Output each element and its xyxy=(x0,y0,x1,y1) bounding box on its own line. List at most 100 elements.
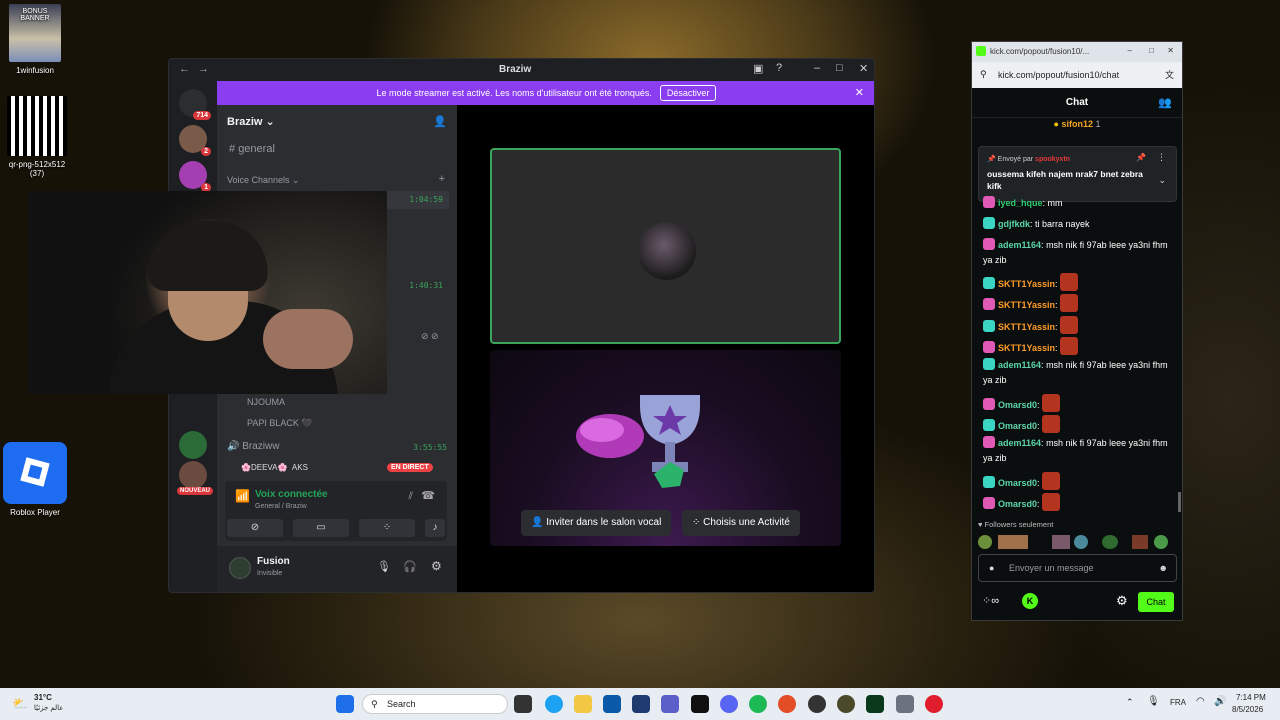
emote-icon[interactable] xyxy=(1154,535,1168,549)
chat-username[interactable]: adem1164 xyxy=(998,438,1041,448)
chat-message[interactable]: Omarsd0: xyxy=(983,493,1177,512)
emoji-icon[interactable]: ☻ xyxy=(1159,555,1168,581)
chat-message[interactable]: SKTT1Yassin: xyxy=(983,294,1177,313)
close-icon[interactable]: ✕ xyxy=(859,62,868,75)
send-chat-button[interactable]: Chat xyxy=(1138,592,1174,612)
settings-icon[interactable]: ⚙ xyxy=(431,559,442,573)
more-icon[interactable]: ⋮ xyxy=(1157,152,1166,163)
chat-username[interactable]: SKTT1Yassin xyxy=(998,343,1055,353)
member-row[interactable]: NJOUMA xyxy=(247,397,473,407)
clock-time[interactable]: 7:14 PM xyxy=(1236,693,1266,702)
voice-status[interactable]: Voix connectée xyxy=(255,489,328,500)
add-member-icon[interactable]: 👤 xyxy=(433,115,447,128)
chat-message[interactable]: Omarsd0: xyxy=(983,472,1177,491)
headphones-icon[interactable]: 🎧 xyxy=(403,560,417,573)
settings-icon[interactable]: ⚙ xyxy=(1116,593,1128,609)
microphone-icon[interactable]: 🎙 xyxy=(377,560,391,573)
pin-icon[interactable]: 📌 xyxy=(1136,153,1146,162)
windows-start-icon[interactable] xyxy=(336,695,354,713)
chat-message[interactable]: adem1164: msh nik fi 97ab leee ya3ni fhm… xyxy=(983,358,1177,387)
chat-username[interactable]: SKTT1Yassin xyxy=(998,300,1055,310)
chat-message[interactable]: gdjfkdk: ti barra nayek xyxy=(983,217,1177,232)
chat-username[interactable]: adem1164 xyxy=(998,360,1041,370)
taskbar-search[interactable]: ⚲ Search xyxy=(362,694,508,714)
chat-message[interactable]: SKTT1Yassin: xyxy=(983,337,1177,356)
chat-username[interactable]: Omarsd0 xyxy=(998,400,1037,410)
weather-temp[interactable]: 31°C xyxy=(34,693,52,702)
chat-username[interactable]: Omarsd0 xyxy=(998,478,1037,488)
minimize-icon[interactable]: – xyxy=(1128,46,1132,55)
emote-icon[interactable] xyxy=(998,535,1028,549)
emote-icon[interactable] xyxy=(1102,535,1118,549)
soundboard-button[interactable]: ♪ xyxy=(425,519,445,537)
chat-username[interactable]: adem1164 xyxy=(998,240,1041,250)
browser-tab[interactable]: kick.com/popout/fusion10/... – □ ✕ xyxy=(972,42,1182,62)
microphone-icon[interactable]: 🎙 xyxy=(1147,696,1160,707)
chat-message[interactable]: SKTT1Yassin: xyxy=(983,316,1177,335)
translate-icon[interactable]: 文 xyxy=(1165,68,1174,81)
weather-icon[interactable]: ⛅ xyxy=(12,696,28,712)
language-indicator[interactable]: FRA xyxy=(1170,698,1186,707)
app-icon[interactable] xyxy=(808,695,826,713)
close-icon[interactable]: ✕ xyxy=(1167,46,1174,55)
add-channel-icon[interactable]: + xyxy=(439,173,445,185)
camera-button[interactable]: ⊘ xyxy=(227,519,283,537)
dm-home-button[interactable]: 714 xyxy=(179,89,211,120)
desktop-icon-1winfusion[interactable]: BONUS BANNER 1winfusion xyxy=(0,4,70,75)
clock-date[interactable]: 8/5/2026 xyxy=(1232,705,1263,714)
chevron-up-icon[interactable]: ⌃ xyxy=(1126,697,1134,708)
screen-share-button[interactable]: ▭ xyxy=(293,519,349,537)
desktop-icon-qr[interactable]: qr-png-512x512 (37) xyxy=(2,96,72,178)
member-row[interactable]: 🌸DEEVA🌸 AKS EN DIRECT xyxy=(241,463,467,472)
chat-message[interactable]: adem1164: msh nik fi 97ab leee ya3ni fhm… xyxy=(983,238,1177,267)
volume-icon[interactable]: 🔊 xyxy=(1214,696,1226,707)
server-icon[interactable]: 1 xyxy=(179,161,211,192)
member-row[interactable]: PAPI BLACK 🖤 xyxy=(247,418,473,429)
chat-message[interactable]: SKTT1Yassin: xyxy=(983,273,1177,292)
address-bar[interactable]: ⚲ kick.com/popout/fusion10/chat 文 xyxy=(972,62,1182,88)
users-icon[interactable]: 👥 xyxy=(1158,88,1172,118)
participant-tile[interactable] xyxy=(490,148,841,344)
server-icon[interactable]: 2 xyxy=(179,125,211,156)
server-name[interactable]: Braziw ⌄ xyxy=(227,115,275,128)
maximize-icon[interactable]: □ xyxy=(1149,46,1154,55)
site-info-icon[interactable]: ⚲ xyxy=(980,69,987,80)
teams-icon[interactable] xyxy=(661,695,679,713)
disable-button[interactable]: Désactiver xyxy=(659,85,717,101)
nav-arrows-icon[interactable]: ←→ xyxy=(179,63,217,75)
chat-username[interactable]: Omarsd0 xyxy=(998,421,1037,431)
spotify-icon[interactable] xyxy=(749,695,767,713)
settings-icon[interactable] xyxy=(896,695,914,713)
voice-channel-row[interactable]: 🔊 Braziww 3:55:55 xyxy=(227,441,453,457)
banner-close-icon[interactable]: ✕ xyxy=(855,86,864,99)
server-icon[interactable]: NOUVEAU xyxy=(176,461,213,495)
capcut-icon[interactable] xyxy=(691,695,709,713)
chat-input[interactable]: ● Envoyer un message ☻ xyxy=(978,554,1177,582)
channel-general[interactable]: # general xyxy=(229,143,275,155)
emote-icon[interactable] xyxy=(1132,535,1148,549)
maximize-icon[interactable]: □ xyxy=(836,62,843,74)
chat-message[interactable]: iyed_hque: mm xyxy=(983,196,1177,211)
kick-studio-icon[interactable] xyxy=(866,695,884,713)
chat-username[interactable]: gdjfkdk xyxy=(998,219,1030,229)
desktop-icon-roblox[interactable]: Roblox Player xyxy=(0,442,70,517)
app-icon[interactable] xyxy=(837,695,855,713)
top-gifter[interactable]: ● sifon12 1 xyxy=(972,119,1182,137)
chat-message[interactable]: adem1164: msh nik fi 97ab leee ya3ni fhm… xyxy=(983,436,1177,465)
chevron-down-icon[interactable]: ⌄ xyxy=(1158,175,1166,186)
avatar[interactable] xyxy=(229,557,251,579)
chat-message[interactable]: Omarsd0: xyxy=(983,415,1177,434)
help-icon[interactable]: ? xyxy=(776,62,782,74)
emote-icon[interactable] xyxy=(1052,535,1070,549)
opera-icon[interactable] xyxy=(925,695,943,713)
scrollbar[interactable] xyxy=(1178,492,1181,512)
kick-badge-icon[interactable]: K xyxy=(1022,593,1038,609)
minimize-icon[interactable]: – xyxy=(814,62,820,74)
disconnect-icon[interactable]: ☎ xyxy=(421,489,435,502)
wifi-icon[interactable]: ◠ xyxy=(1196,696,1205,707)
discord-icon[interactable] xyxy=(720,695,738,713)
inbox-icon[interactable]: ▣ xyxy=(753,62,763,75)
chat-username[interactable]: SKTT1Yassin xyxy=(998,279,1055,289)
edge-icon[interactable] xyxy=(545,695,563,713)
file-explorer-icon[interactable] xyxy=(574,695,592,713)
